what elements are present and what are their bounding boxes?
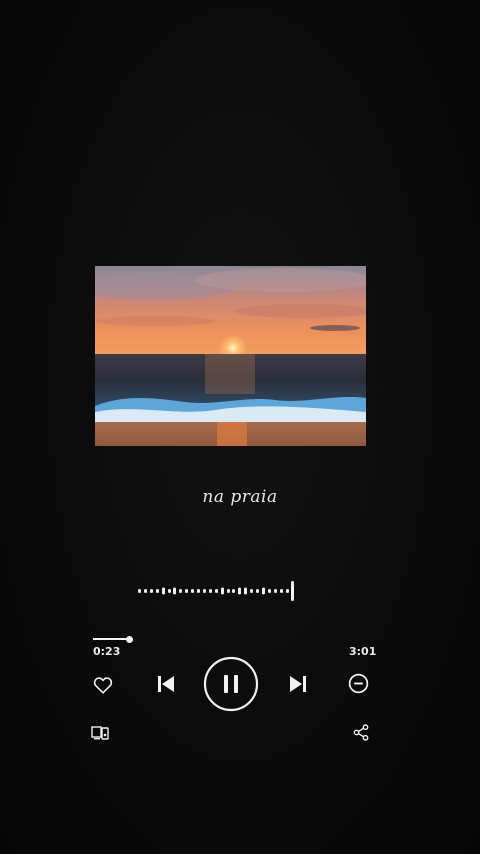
total-duration: 3:01 — [349, 645, 377, 658]
minus-circle-icon — [348, 673, 368, 693]
pause-button[interactable] — [203, 656, 259, 712]
waveform-bar — [261, 587, 265, 595]
waveform-bar — [250, 589, 254, 593]
progress-fill — [93, 638, 129, 640]
waveform-bar — [202, 589, 206, 593]
audio-waveform — [138, 580, 298, 602]
previous-button[interactable] — [154, 672, 178, 696]
waveform-bar — [226, 589, 230, 593]
connect-device-button[interactable] — [91, 724, 109, 742]
player-screen: na praia 0:23 3:01 — [0, 0, 480, 854]
waveform-bar — [285, 589, 289, 593]
song-title: na praia — [202, 487, 278, 507]
waveform-bar — [291, 581, 295, 601]
waveform-bar — [167, 589, 171, 593]
waveform-bar — [179, 589, 183, 593]
progress-thumb[interactable] — [125, 636, 133, 643]
waveform-bar — [138, 589, 141, 593]
waveform-bar — [279, 589, 283, 593]
next-button[interactable] — [286, 672, 310, 696]
waveform-bar — [143, 589, 147, 593]
waveform-bar — [185, 589, 189, 593]
waveform-bar — [267, 589, 271, 593]
share-button[interactable] — [353, 723, 369, 741]
waveform-bar — [244, 587, 248, 595]
waveform-bar — [208, 589, 212, 593]
heart-outline-icon — [93, 677, 113, 694]
waveform-bar — [238, 587, 242, 595]
waveform-bar — [173, 587, 177, 595]
waveform-bar — [161, 587, 165, 595]
elapsed-time: 0:23 — [93, 645, 121, 658]
pause-icon — [203, 656, 259, 712]
waveform-bar — [256, 589, 259, 593]
album-art — [95, 266, 366, 446]
waveform-bar — [220, 587, 224, 595]
waveform-bar — [155, 589, 159, 593]
share-icon — [353, 723, 369, 741]
waveform-bar — [191, 589, 195, 593]
skip-previous-icon — [158, 676, 174, 692]
waveform-bar — [197, 589, 200, 593]
like-button[interactable] — [92, 674, 114, 696]
remove-button[interactable] — [347, 672, 369, 694]
waveform-bar — [232, 589, 236, 593]
progress-bar[interactable] — [93, 636, 369, 643]
waveform-bar — [214, 589, 218, 593]
skip-next-icon — [290, 676, 306, 692]
waveform-bar — [149, 589, 153, 593]
waveform-bar — [273, 589, 277, 593]
connect-device-icon — [91, 726, 109, 740]
progress-track — [93, 638, 369, 640]
